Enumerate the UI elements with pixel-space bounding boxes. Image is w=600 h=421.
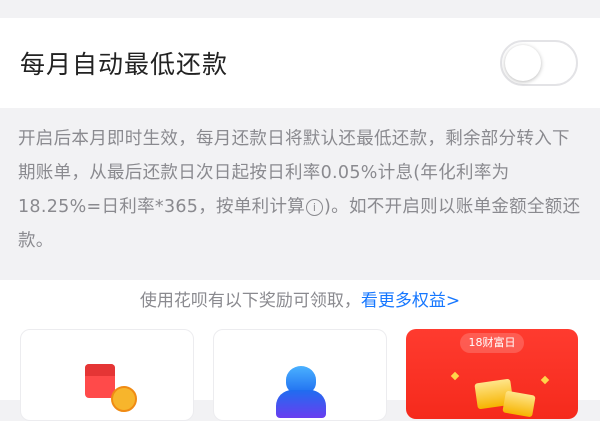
toggle-knob bbox=[505, 45, 541, 81]
see-more-benefits-link[interactable]: 看更多权益> bbox=[361, 291, 460, 311]
wealth-day-ribbon: 18财富日 bbox=[460, 333, 524, 353]
gold-coin-icon bbox=[111, 386, 137, 412]
sparkle-icon bbox=[450, 371, 460, 381]
description-text: 开启后本月即时生效，每月还款日将默认还最低还款，剩余部分转入下期账单，从最后还款… bbox=[18, 122, 584, 258]
auto-min-repay-setting-row: 每月自动最低还款 bbox=[0, 18, 600, 108]
sparkle-icon bbox=[540, 375, 550, 385]
reward-card-2[interactable] bbox=[213, 329, 387, 421]
top-strip bbox=[0, 0, 600, 18]
info-icon[interactable]: i bbox=[306, 199, 324, 216]
rewards-section: 使用花呗有以下奖励可领取，看更多权益> 18财富日 bbox=[0, 280, 600, 421]
gold-bar-icon bbox=[502, 390, 536, 418]
blue-figure-body-icon bbox=[276, 390, 326, 418]
red-envelope-icon bbox=[85, 364, 115, 398]
auto-min-repay-label: 每月自动最低还款 bbox=[20, 50, 229, 79]
auto-min-repay-toggle[interactable] bbox=[500, 40, 578, 86]
rewards-header-text: 使用花呗有以下奖励可领取， bbox=[139, 291, 361, 311]
rewards-header: 使用花呗有以下奖励可领取，看更多权益> bbox=[0, 286, 600, 311]
reward-card-3[interactable]: 18财富日 bbox=[406, 329, 578, 419]
description-block: 开启后本月即时生效，每月还款日将默认还最低还款，剩余部分转入下期账单，从最后还款… bbox=[0, 108, 600, 280]
reward-card-1[interactable] bbox=[20, 329, 194, 421]
